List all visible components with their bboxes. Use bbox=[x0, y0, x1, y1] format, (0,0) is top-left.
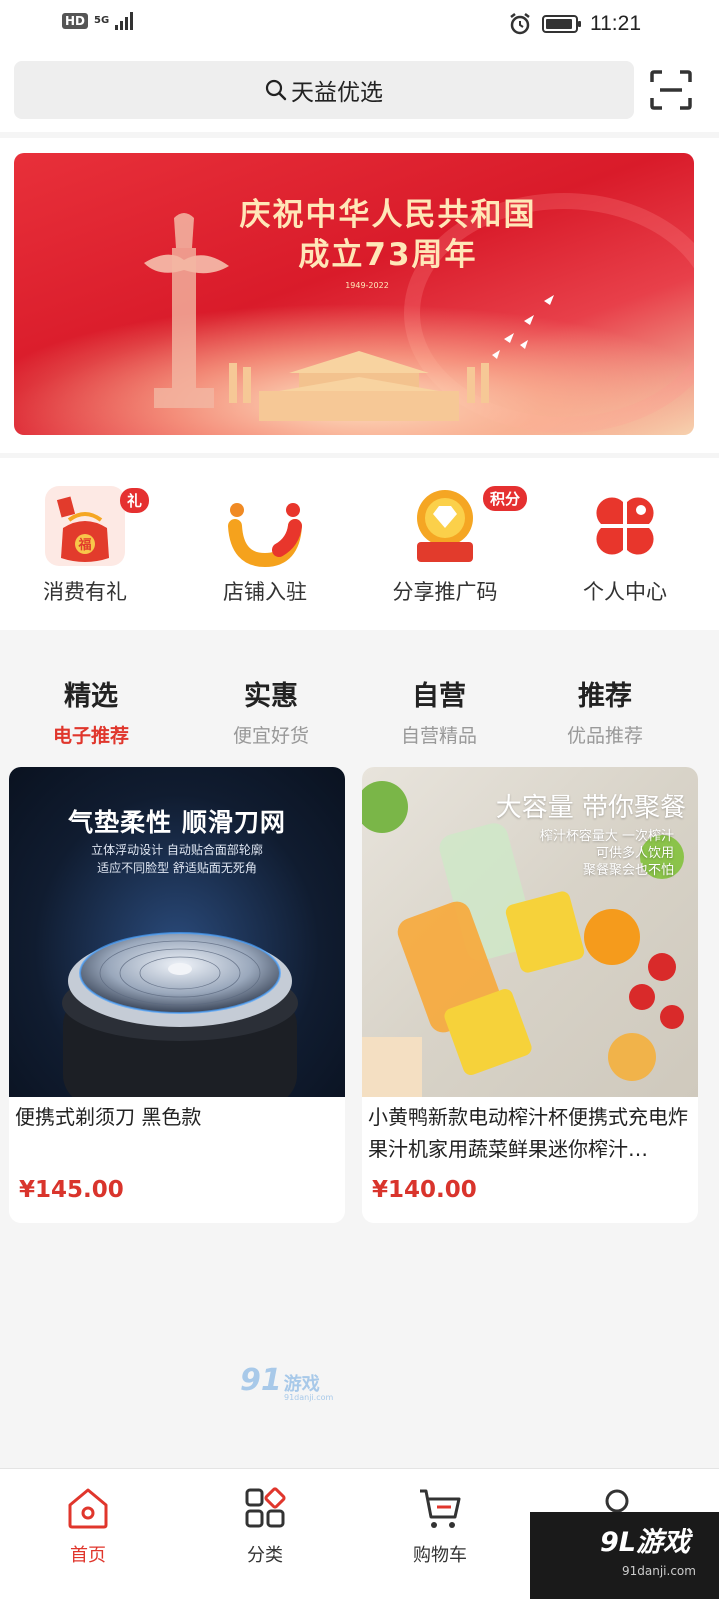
quick-menu-personal-center[interactable]: 个人中心 bbox=[540, 484, 710, 606]
nav-label: 首页 bbox=[70, 1545, 106, 1566]
product-image-headline: 大容量 带你聚餐 bbox=[495, 793, 686, 823]
search-input[interactable]: 天益优选 bbox=[14, 61, 634, 119]
nav-cart[interactable]: 购物车 bbox=[380, 1485, 500, 1567]
category-icon bbox=[245, 1487, 286, 1528]
search-icon bbox=[265, 79, 287, 101]
scan-icon[interactable] bbox=[650, 70, 692, 110]
quick-menu-label: 分享推广码 bbox=[392, 580, 498, 604]
tab-title: 精选 bbox=[64, 681, 118, 712]
clover-icon bbox=[583, 484, 667, 568]
tab-value[interactable]: 实惠 便宜好货 bbox=[186, 674, 356, 748]
product-image-subline: 立体浮动设计 自动贴合面部轮廓 bbox=[91, 843, 263, 857]
shaver-illustration bbox=[62, 932, 298, 1097]
quick-menu: 福 礼 消费有礼 店铺入驻 积分 分享推广码 个人中心 bbox=[0, 458, 719, 630]
product-name: 便携式剃须刀 黑色款 bbox=[15, 1105, 202, 1129]
banner-title-line1: 庆祝中华人民共和国 bbox=[239, 197, 537, 233]
hd-badge: HD bbox=[62, 13, 89, 29]
corner-watermark: 9L游戏 91danji.com bbox=[530, 1512, 719, 1599]
banner-area: 庆祝中华人民共和国 成立73周年 1949-2022 bbox=[0, 138, 719, 453]
status-bar: HD 5G 11:21 bbox=[0, 0, 719, 50]
signal-icon bbox=[115, 12, 134, 30]
network-type: 5G bbox=[94, 15, 110, 26]
product-card[interactable]: 气垫柔性 顺滑刀网 立体浮动设计 自动贴合面部轮廓 适应不同脸型 舒适贴面无死角 bbox=[9, 767, 345, 1223]
search-header: 天益优选 bbox=[0, 50, 719, 132]
nav-label: 分类 bbox=[247, 1545, 283, 1566]
doves-icon bbox=[492, 295, 554, 359]
tab-title: 实惠 bbox=[244, 681, 298, 712]
quick-menu-label: 店铺入驻 bbox=[223, 580, 307, 604]
product-image-subline: 适应不同脸型 舒适贴面无死角 bbox=[97, 861, 257, 875]
alarm-icon bbox=[510, 13, 530, 35]
product-card[interactable]: 大容量 带你聚餐 榨汁杯容量大 一次榨汁 可供多人饮用 聚餐聚会也不怕 小黄鸭新… bbox=[362, 767, 698, 1223]
diamond-points-icon: 积分 bbox=[403, 484, 527, 568]
tab-title: 自营 bbox=[412, 681, 466, 712]
product-price: ¥145.00 bbox=[19, 1177, 124, 1203]
product-price: ¥140.00 bbox=[372, 1177, 477, 1203]
tab-recommend[interactable]: 推荐 优品推荐 bbox=[520, 674, 690, 748]
quick-menu-consume-gift[interactable]: 福 礼 消费有礼 bbox=[0, 484, 170, 606]
tab-selected[interactable]: 精选 电子推荐 bbox=[6, 674, 176, 748]
status-left: HD 5G bbox=[62, 12, 134, 30]
tab-subtitle: 自营精品 bbox=[400, 725, 477, 747]
quick-menu-label: 个人中心 bbox=[583, 580, 667, 604]
product-image-subline: 聚餐聚会也不怕 bbox=[582, 863, 674, 878]
points-badge: 积分 bbox=[482, 486, 527, 511]
quick-menu-label: 消费有礼 bbox=[43, 580, 127, 604]
home-icon bbox=[68, 1488, 108, 1529]
svg-text:福: 福 bbox=[77, 537, 91, 553]
corner-watermark-text: 9L游戏 bbox=[600, 1527, 690, 1558]
gift-badge: 礼 bbox=[119, 488, 149, 513]
watermark-number: 91 bbox=[240, 1363, 282, 1398]
corner-watermark-url: 91danji.com bbox=[622, 1564, 696, 1578]
quick-menu-share-code[interactable]: 积分 分享推广码 bbox=[360, 484, 530, 606]
nav-home[interactable]: 首页 bbox=[28, 1485, 148, 1567]
quick-menu-store-join[interactable]: 店铺入驻 bbox=[180, 484, 350, 606]
search-placeholder: 天益优选 bbox=[291, 80, 383, 106]
battery-icon bbox=[542, 15, 581, 33]
banner-title-line2: 成立73周年 bbox=[298, 237, 478, 273]
product-image-headline: 气垫柔性 顺滑刀网 bbox=[68, 808, 286, 837]
status-time: 11:21 bbox=[590, 12, 641, 35]
promo-banner[interactable]: 庆祝中华人民共和国 成立73周年 1949-2022 bbox=[14, 153, 694, 435]
banner-years: 1949-2022 bbox=[345, 281, 389, 290]
tab-title: 推荐 bbox=[578, 681, 632, 712]
cart-icon bbox=[420, 1489, 461, 1528]
tab-subtitle: 优品推荐 bbox=[566, 725, 643, 747]
product-image[interactable]: 大容量 带你聚餐 榨汁杯容量大 一次榨汁 可供多人饮用 聚餐聚会也不怕 bbox=[362, 767, 698, 1097]
category-tabs: 精选 电子推荐 实惠 便宜好货 自营 自营精品 推荐 优品推荐 bbox=[0, 630, 719, 755]
product-image[interactable]: 气垫柔性 顺滑刀网 立体浮动设计 自动贴合面部轮廓 适应不同脸型 舒适贴面无死角 bbox=[9, 767, 345, 1097]
watermark-logo: 91 游戏 91danji.com bbox=[240, 1363, 333, 1402]
product-name: 小黄鸭新款电动榨汁杯便携式充电炸果汁机家用蔬菜鲜果迷你榨汁… bbox=[368, 1105, 688, 1161]
tab-subtitle: 电子推荐 bbox=[52, 725, 129, 747]
nav-label: 购物车 bbox=[413, 1545, 467, 1566]
watermark-url: 91danji.com bbox=[284, 1393, 334, 1402]
tab-self-operated[interactable]: 自营 自营精品 bbox=[354, 674, 524, 748]
nav-category[interactable]: 分类 bbox=[205, 1485, 325, 1567]
gift-bag-icon: 福 礼 bbox=[43, 484, 149, 568]
smile-store-icon bbox=[223, 484, 307, 568]
tab-subtitle: 便宜好货 bbox=[232, 725, 309, 747]
tiananmen-icon bbox=[229, 351, 489, 421]
